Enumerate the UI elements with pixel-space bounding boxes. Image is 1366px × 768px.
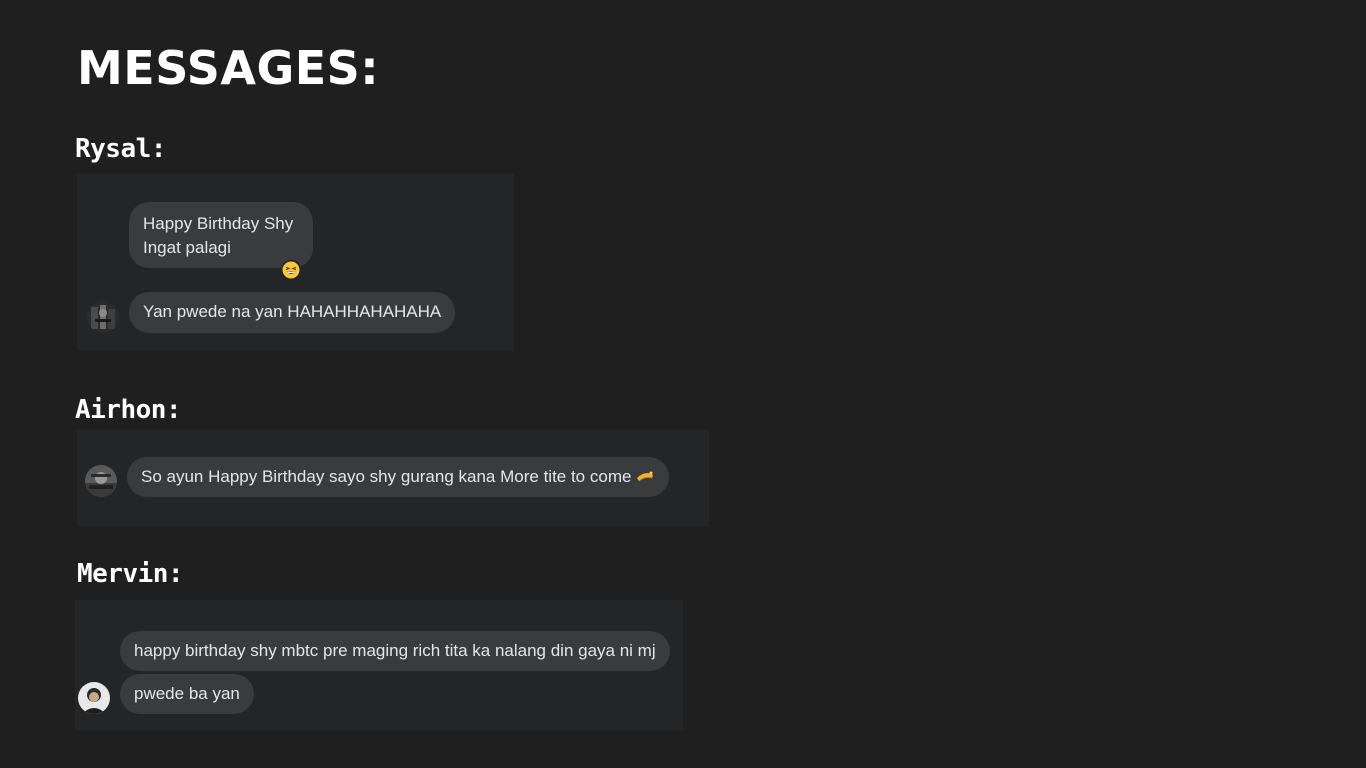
message-line: Yan pwede na yan HAHAHHAHAHAHA: [143, 302, 442, 321]
message-bubble[interactable]: pwede ba yan: [120, 674, 254, 714]
drooling-face-emoji-icon: [635, 466, 655, 490]
message-line: Ingat palagi: [143, 238, 231, 257]
message-bubble[interactable]: Yan pwede na yan HAHAHHAHAHAHA: [129, 292, 456, 333]
sender-label-airhon: Airhon:: [75, 395, 182, 425]
message-bubble[interactable]: So ayun Happy Birthday sayo shy gurang k…: [127, 457, 670, 497]
chat-panel-airhon: So ayun Happy Birthday sayo shy gurang k…: [77, 430, 709, 527]
avatar-rysal[interactable]: [87, 301, 119, 333]
avatar-mervin[interactable]: [78, 682, 110, 714]
message-bubble[interactable]: happy birthday shy mbtc pre maging rich …: [120, 631, 670, 671]
grinning-squinting-face-emoji-icon[interactable]: [281, 260, 301, 280]
message-line: happy birthday shy mbtc pre maging rich …: [134, 641, 656, 660]
chat-panel-rysal: Happy Birthday Shy Ingat palagi Yan pwed…: [77, 174, 514, 351]
avatar-airhon[interactable]: [85, 465, 117, 497]
messages-page: MESSAGES: Rysal: Happy Birthday Shy Inga…: [0, 0, 1366, 768]
sender-label-rysal: Rysal:: [75, 134, 166, 164]
message-line: So ayun Happy Birthday sayo shy gurang k…: [141, 467, 632, 486]
message-line: Happy Birthday Shy: [143, 214, 294, 233]
sender-label-mervin: Mervin:: [77, 559, 184, 589]
chat-panel-mervin: happy birthday shy mbtc pre maging rich …: [75, 600, 683, 730]
page-title: MESSAGES:: [77, 41, 380, 95]
message-line: pwede ba yan: [134, 684, 240, 703]
message-bubble[interactable]: Happy Birthday Shy Ingat palagi: [129, 202, 313, 268]
